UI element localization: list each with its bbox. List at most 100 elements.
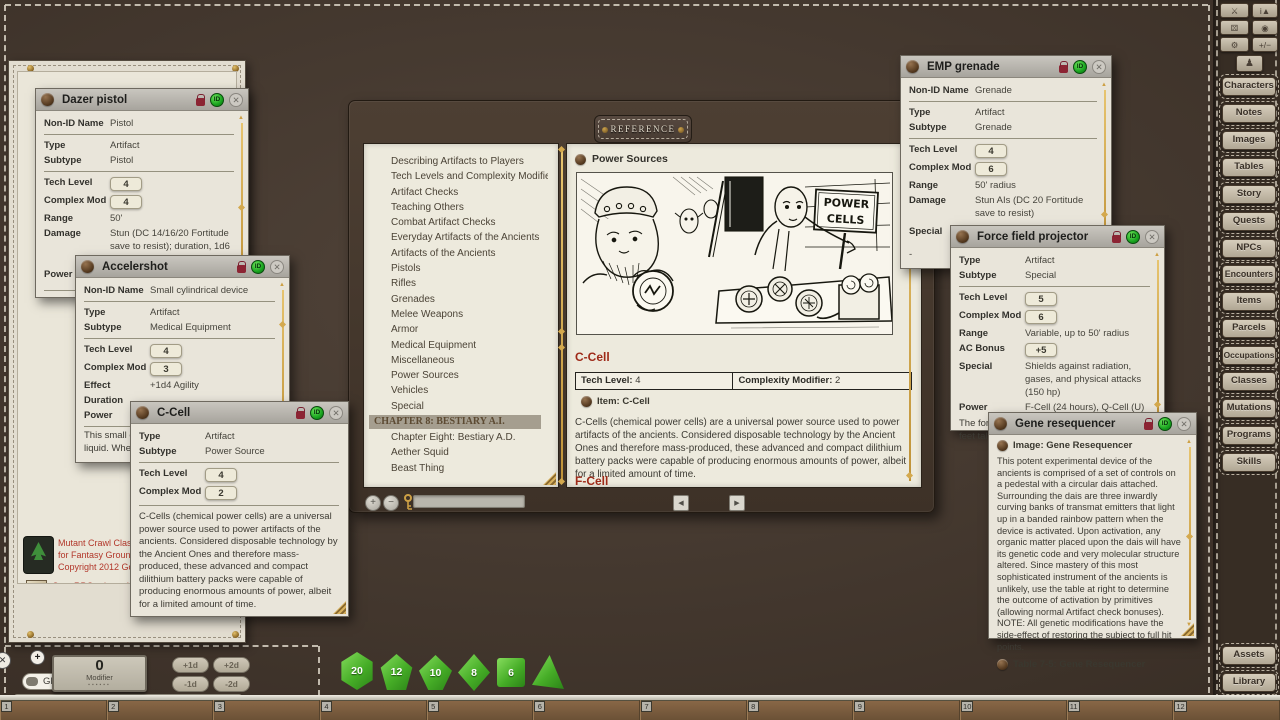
toc-item-selected[interactable]: CHAPTER 8: BESTIARY A.I. xyxy=(369,415,541,429)
stat-field[interactable]: 4 xyxy=(110,177,142,191)
sidebar-item-encounters[interactable]: Encounters xyxy=(1222,265,1276,284)
toc-item[interactable]: Pistols xyxy=(391,261,548,276)
hotkey-slot[interactable]: 4 xyxy=(320,700,427,720)
id-badge-icon[interactable]: ID xyxy=(1073,60,1087,74)
hotkey-slot[interactable]: 8 xyxy=(747,700,854,720)
scroll-handle[interactable] xyxy=(558,478,565,485)
window-titlebar[interactable]: Dazer pistol ID ✕ xyxy=(36,89,248,111)
scroll-handle[interactable] xyxy=(279,321,286,328)
scroll-handle[interactable] xyxy=(558,146,565,153)
hotkey-slot[interactable]: 11 xyxy=(1067,700,1174,720)
scroll-handle[interactable] xyxy=(558,344,565,351)
toc-item[interactable]: Rifles xyxy=(391,276,548,291)
toc-scrollbar[interactable] xyxy=(561,151,563,481)
item-link-icon[interactable] xyxy=(581,396,592,407)
scroll-up-icon[interactable]: ▲ xyxy=(1154,252,1160,258)
options-icon[interactable]: ⚙ xyxy=(1220,37,1249,52)
lock-icon[interactable] xyxy=(237,265,246,273)
stat-field[interactable]: 3 xyxy=(150,362,182,376)
id-badge-icon[interactable]: ID xyxy=(210,93,224,107)
item-link-label[interactable]: Item: C-Cell xyxy=(597,396,650,407)
close-icon[interactable]: ✕ xyxy=(229,93,243,107)
stat-field[interactable]: 2 xyxy=(205,486,237,500)
close-icon[interactable]: ✕ xyxy=(270,260,284,274)
window-c-cell[interactable]: C-Cell ID ✕ TypeArtifact SubtypePower So… xyxy=(130,401,349,617)
close-icon[interactable]: ✕ xyxy=(329,406,343,420)
lock-icon[interactable] xyxy=(1112,235,1121,243)
toc-item[interactable]: Teaching Others xyxy=(391,200,548,215)
id-badge-icon[interactable]: ID xyxy=(1126,230,1140,244)
scroll-up-icon[interactable]: ▲ xyxy=(1101,82,1107,88)
key-icon[interactable] xyxy=(403,494,413,510)
item-link[interactable]: Item: C-Cell xyxy=(581,396,650,407)
window-force-field-projector[interactable]: Force field projector ID ✕ TypeArtifact … xyxy=(950,225,1165,431)
stat-field[interactable]: 4 xyxy=(110,195,142,209)
images-icon[interactable]: i▲ xyxy=(1252,3,1278,18)
window-titlebar[interactable]: C-Cell ID ✕ xyxy=(131,402,348,424)
toc-item[interactable]: Beast Thing xyxy=(391,461,548,476)
toc-item[interactable]: Tech Levels and Complexity Modifiers xyxy=(391,169,548,184)
lock-icon[interactable] xyxy=(1144,422,1153,430)
image-link-icon[interactable] xyxy=(997,440,1008,451)
hotkey-slot[interactable]: 2 xyxy=(107,700,214,720)
sidebar-item-skills[interactable]: Skills xyxy=(1222,453,1276,472)
stat-field[interactable]: 4 xyxy=(975,144,1007,158)
toc-item[interactable]: Combat Artifact Checks xyxy=(391,215,548,230)
modifier-target-icon[interactable]: + xyxy=(30,650,45,665)
modifiers-icon[interactable]: +/− xyxy=(1252,37,1278,52)
dice-icon[interactable]: ⚄ xyxy=(1220,20,1249,35)
scroll-up-icon[interactable]: ▲ xyxy=(1186,439,1192,445)
hotkey-slot[interactable]: 1 xyxy=(0,700,107,720)
toc-item[interactable]: Artifact Checks xyxy=(391,185,548,200)
table-link-label[interactable]: Table 7-5: Gene Resequencer xyxy=(1013,659,1145,670)
scrollbar[interactable]: ▲ xyxy=(1154,252,1161,420)
toc-item[interactable]: Describing Artifacts to Players xyxy=(391,154,548,169)
toc-item[interactable]: Everyday Artifacts of the Ancients xyxy=(391,230,548,245)
sidebar-item-items[interactable]: Items xyxy=(1222,292,1276,311)
sidebar-item-tables[interactable]: Tables xyxy=(1222,158,1276,177)
sidebar-item-assets[interactable]: Assets xyxy=(1222,646,1276,665)
sidebar-item-classes[interactable]: Classes xyxy=(1222,372,1276,391)
window-titlebar[interactable]: EMP grenade ID ✕ xyxy=(901,56,1111,78)
tokens-icon[interactable]: ◉ xyxy=(1252,20,1278,35)
lock-icon[interactable] xyxy=(1059,65,1068,73)
stat-field[interactable]: 6 xyxy=(975,162,1007,176)
d6-die[interactable]: 6 xyxy=(497,658,525,687)
image-link[interactable]: Image: Gene Resequencer xyxy=(997,440,1183,451)
sidebar-item-quests[interactable]: Quests xyxy=(1222,212,1276,231)
scroll-handle[interactable] xyxy=(238,204,245,211)
zoom-in-button[interactable]: + xyxy=(365,495,381,511)
reference-window[interactable]: REFERENCE Describing Artifacts to Player… xyxy=(348,100,935,513)
remove-die-button[interactable]: -1d xyxy=(172,676,209,692)
window-titlebar[interactable]: Gene resequencer ID ✕ xyxy=(989,413,1196,435)
sidebar-item-programs[interactable]: Programs xyxy=(1222,426,1276,445)
toc-item[interactable]: Armor xyxy=(391,322,548,337)
prev-page-button[interactable]: ◀ xyxy=(673,495,689,511)
hotkey-slot[interactable]: 9 xyxy=(853,700,960,720)
sidebar-item-notes[interactable]: Notes xyxy=(1222,104,1276,123)
sidebar-item-npcs[interactable]: NPCs xyxy=(1222,239,1276,258)
remove-two-dice-button[interactable]: -2d xyxy=(213,676,250,692)
id-badge-icon[interactable]: ID xyxy=(251,260,265,274)
toc-item[interactable]: Miscellaneous xyxy=(391,353,548,368)
toc-item[interactable]: Medical Equipment xyxy=(391,338,548,353)
hotkey-slot[interactable]: 7 xyxy=(640,700,747,720)
toc-item[interactable]: Vehicles xyxy=(391,383,548,398)
sidebar-item-occupations[interactable]: Occupations xyxy=(1222,346,1276,365)
next-page-button[interactable]: ▶ xyxy=(729,495,745,511)
section-link-icon[interactable] xyxy=(575,154,586,165)
hotkey-slot[interactable]: 5 xyxy=(427,700,534,720)
scroll-handle[interactable] xyxy=(1101,211,1108,218)
sidebar-item-mutations[interactable]: Mutations xyxy=(1222,399,1276,418)
stat-field[interactable]: +5 xyxy=(1025,343,1057,357)
table-link-icon[interactable] xyxy=(997,659,1008,670)
toc-item[interactable]: Power Sources xyxy=(391,368,548,383)
stat-field[interactable]: 5 xyxy=(1025,292,1057,306)
sidebar-item-library[interactable]: Library xyxy=(1222,673,1276,692)
tools-icon[interactable]: ⚔ xyxy=(1220,3,1249,18)
lock-icon[interactable] xyxy=(196,98,205,106)
reference-title-plate[interactable]: REFERENCE xyxy=(594,115,692,143)
zoom-out-button[interactable]: − xyxy=(383,495,399,511)
sidebar-item-images[interactable]: Images xyxy=(1222,131,1276,150)
stat-field[interactable]: 4 xyxy=(150,344,182,358)
